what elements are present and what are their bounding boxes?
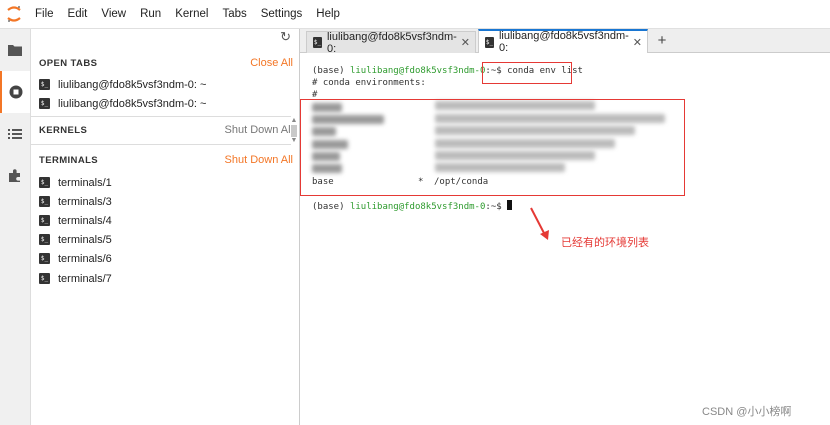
annotation-arrow-icon [530, 207, 549, 240]
puzzle-icon [9, 169, 20, 182]
tab-bar: $_ liulibang@fdo8k5vsf3ndm-0: ✕ $_ liuli… [300, 29, 830, 55]
running-panel: ↻ OPEN TABS Close All $_ liulibang@fdo8k… [31, 29, 300, 425]
terminal-item-label: terminals/7 [58, 272, 112, 285]
terminal-item[interactable]: $_ terminals/1 [39, 173, 112, 192]
add-tab-button[interactable]: + [653, 32, 671, 50]
terminal-icon: $_ [313, 37, 322, 48]
terminal-icon: $_ [39, 234, 50, 245]
prompt-prefix: (base) [312, 202, 350, 212]
command-highlight-box [482, 62, 572, 84]
terminal-item[interactable]: $_ terminals/4 [39, 211, 112, 230]
scroll-up-icon[interactable]: ▲ [290, 117, 298, 125]
kernels-header: KERNELS Shut Down All [31, 118, 299, 142]
terminal-line: (base) liulibang@fdo8k5vsf3ndm-0:~$ [312, 200, 513, 212]
terminal-tab[interactable]: $_ liulibang@fdo8k5vsf3ndm-0: ✕ [306, 30, 476, 55]
open-tab-item[interactable]: $_ liulibang@fdo8k5vsf3ndm-0: ~ [39, 75, 206, 94]
menu-kernel[interactable]: Kernel [168, 0, 215, 28]
env-list-highlight-box [300, 99, 685, 196]
terminal-item-label: terminals/5 [58, 233, 112, 246]
terminal-item-label: terminals/6 [58, 252, 112, 265]
terminals-title: TERMINALS [39, 154, 99, 166]
jupyter-logo-icon [0, 0, 28, 28]
terminal-tab-active[interactable]: $_ liulibang@fdo8k5vsf3ndm-0: ✕ [478, 29, 648, 54]
open-tabs-header: OPEN TABS Close All [31, 51, 299, 75]
terminal-item-label: terminals/4 [58, 214, 112, 227]
section-divider [31, 144, 291, 145]
refresh-icon[interactable]: ↻ [280, 29, 291, 45]
terminal-icon: $_ [39, 196, 50, 207]
panel-scrollbar[interactable]: ▲ ▼ [290, 117, 298, 147]
tab-label: liulibang@fdo8k5vsf3ndm-0: [326, 30, 457, 55]
terminal-icon: $_ [39, 79, 50, 90]
kernels-shutdown-all-button[interactable]: Shut Down All [225, 124, 299, 136]
terminal-icon: $_ [39, 253, 50, 264]
menu-view[interactable]: View [94, 0, 133, 28]
terminal-icon: $_ [39, 177, 50, 188]
open-tab-item[interactable]: $_ liulibang@fdo8k5vsf3ndm-0: ~ [39, 94, 206, 113]
terminal-area[interactable]: (base) liulibang@fdo8k5vsf3ndm-0:~$ cond… [300, 53, 830, 425]
open-tab-label: liulibang@fdo8k5vsf3ndm-0: ~ [58, 78, 207, 91]
watermark: CSDN @小小榜啊 [702, 406, 792, 418]
kernels-title: KERNELS [39, 124, 88, 136]
stop-circle-icon [9, 85, 23, 99]
terminal-item[interactable]: $_ terminals/7 [39, 269, 112, 288]
terminal-item[interactable]: $_ terminals/3 [39, 192, 112, 211]
prompt-prefix: (base) [312, 66, 350, 76]
terminal-icon: $_ [39, 98, 50, 109]
close-all-button[interactable]: Close All [250, 57, 299, 69]
menu-bar: File Edit View Run Kernel Tabs Settings … [0, 0, 830, 29]
folder-icon [8, 45, 22, 56]
menu-file[interactable]: File [28, 0, 61, 28]
prompt-user: liulibang@fdo8k5vsf3ndm-0 [349, 202, 486, 212]
menu-edit[interactable]: Edit [61, 0, 95, 28]
terminals-header: TERMINALS Shut Down All [31, 148, 299, 172]
open-tabs-title: OPEN TABS [39, 57, 98, 69]
menu-tabs[interactable]: Tabs [215, 0, 253, 28]
terminal-cursor [507, 200, 513, 210]
section-divider [31, 116, 291, 117]
terminal-item[interactable]: $_ terminals/6 [39, 249, 112, 268]
terminal-item-label: terminals/1 [58, 176, 112, 189]
close-icon[interactable]: ✕ [461, 36, 470, 49]
terminal-icon: $_ [485, 36, 494, 48]
annotation-label: 已经有的环境列表 [561, 236, 649, 249]
file-browser-button[interactable] [0, 29, 30, 71]
table-of-contents-button[interactable] [0, 113, 30, 155]
prompt-suffix: :~$ [485, 202, 508, 212]
terminal-item-label: terminals/3 [58, 195, 112, 208]
terminal-line: # conda environments: [312, 78, 426, 88]
menu-run[interactable]: Run [133, 0, 168, 28]
terminal-icon: $_ [39, 215, 50, 226]
list-icon [8, 129, 22, 139]
prompt-user: liulibang@fdo8k5vsf3ndm-0 [349, 66, 486, 76]
extensions-button[interactable] [0, 155, 30, 197]
terminals-shutdown-all-button[interactable]: Shut Down All [225, 154, 299, 166]
activity-bar [0, 29, 31, 425]
close-icon[interactable]: ✕ [633, 36, 642, 49]
scroll-down-icon[interactable]: ▼ [290, 137, 298, 145]
tab-label: liulibang@fdo8k5vsf3ndm-0: [498, 30, 629, 54]
menu-settings[interactable]: Settings [254, 0, 310, 28]
terminal-item[interactable]: $_ terminals/5 [39, 230, 112, 249]
open-tab-label: liulibang@fdo8k5vsf3ndm-0: ~ [58, 97, 207, 110]
running-sessions-button[interactable] [0, 71, 30, 113]
scroll-thumb[interactable] [291, 125, 297, 137]
terminal-icon: $_ [39, 273, 50, 284]
menu-help[interactable]: Help [309, 0, 347, 28]
